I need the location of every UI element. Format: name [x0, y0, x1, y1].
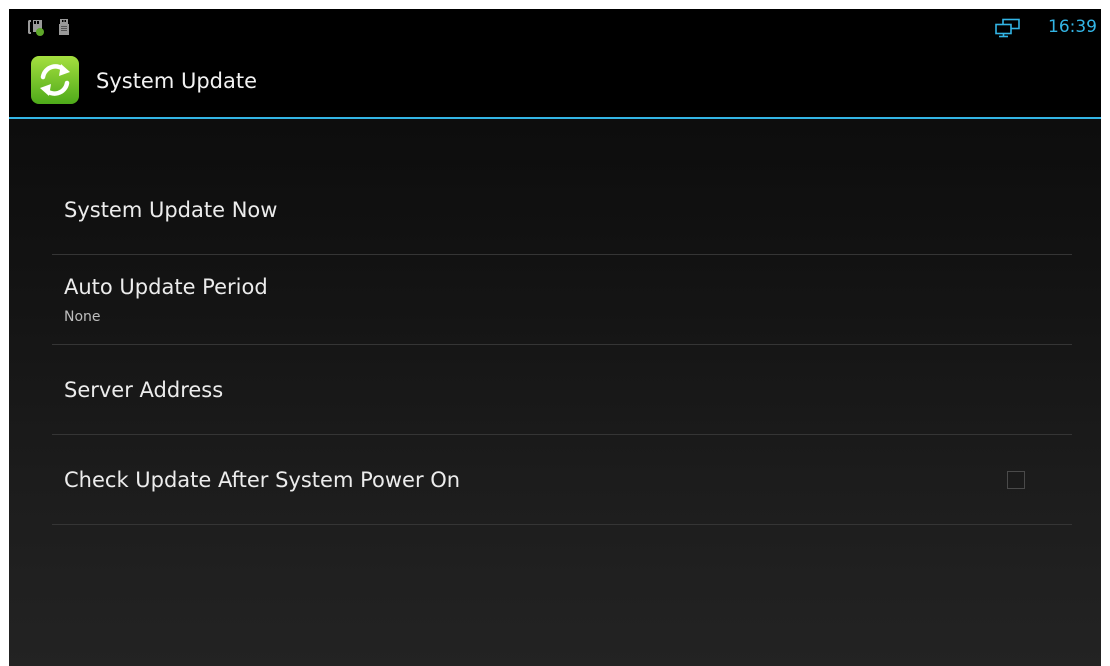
refresh-icon[interactable]: [30, 55, 80, 105]
preference-list: System Update Now Auto Update Period Non…: [52, 165, 1072, 525]
pref-system-update-now[interactable]: System Update Now: [52, 165, 1072, 255]
action-bar-divider: [9, 117, 1101, 119]
sd-card-icon: [28, 20, 44, 36]
pref-title: Check Update After System Power On: [64, 468, 461, 492]
screen: 16:39 System Update System Update Now Au…: [9, 9, 1101, 666]
usb-icon: [59, 19, 69, 35]
pref-title: Server Address: [64, 378, 224, 402]
network-monitor-icon: [995, 18, 1020, 38]
page-title: System Update: [96, 69, 258, 93]
pref-title: Auto Update Period: [64, 275, 268, 299]
status-bar-clock: 16:39: [1048, 17, 1097, 37]
action-bar: System Update: [9, 45, 1101, 117]
status-bar: 16:39: [9, 9, 1101, 45]
pref-auto-update-period[interactable]: Auto Update Period None: [52, 255, 1072, 345]
pref-title: System Update Now: [64, 198, 278, 222]
pref-check-update-after-power-on[interactable]: Check Update After System Power On: [52, 435, 1072, 525]
power-on-check-checkbox[interactable]: [1007, 471, 1025, 489]
pref-server-address[interactable]: Server Address: [52, 345, 1072, 435]
pref-summary: None: [64, 309, 101, 325]
